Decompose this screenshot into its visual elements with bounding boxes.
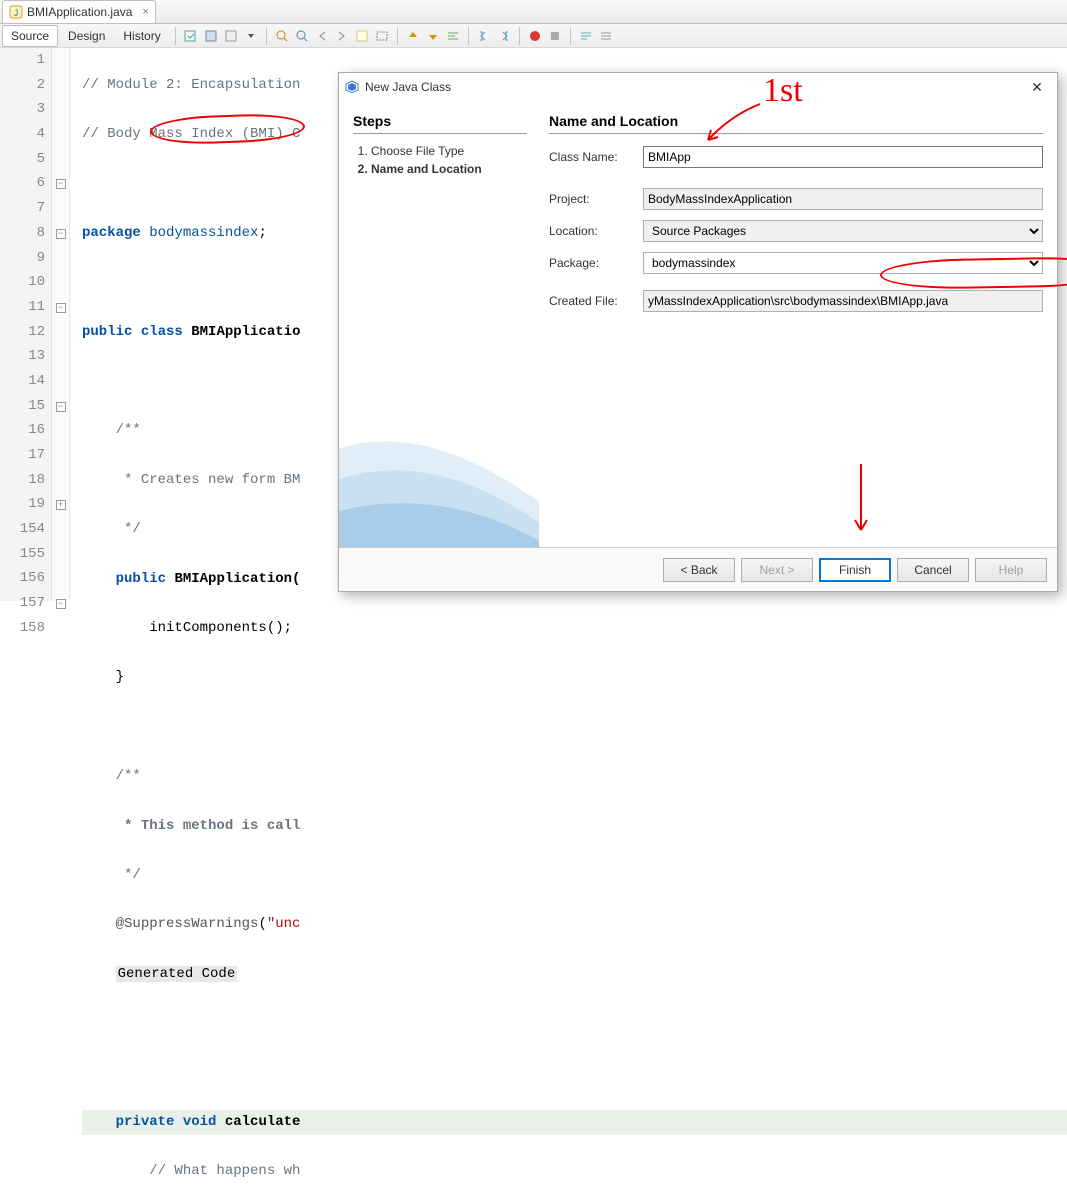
toolbar-icon-3[interactable] [222, 27, 240, 45]
file-tab-label: BMIApplication.java [27, 5, 132, 19]
package-select[interactable]: bodymassindex [643, 252, 1043, 274]
dialog-close-button[interactable]: ✕ [1023, 77, 1051, 97]
toolbar-icon-up[interactable] [404, 27, 422, 45]
design-tab[interactable]: Design [60, 25, 113, 47]
fold-toggle[interactable]: − [56, 303, 66, 313]
class-name-label: Class Name: [549, 150, 635, 164]
wizard-background-art [339, 397, 539, 547]
created-file-label: Created File: [549, 294, 635, 308]
location-label: Location: [549, 224, 635, 238]
toolbar-icon-record[interactable] [526, 27, 544, 45]
close-icon[interactable]: × [142, 6, 148, 18]
dialog-button-bar: < Back Next > Finish Cancel Help [339, 547, 1057, 591]
editor-tab-bar: J BMIApplication.java × [0, 0, 1067, 24]
wizard-step-1: Choose File Type [371, 144, 527, 158]
toolbar-icon-hilite[interactable] [353, 27, 371, 45]
toolbar-icon-next[interactable] [333, 27, 351, 45]
class-name-input[interactable] [643, 146, 1043, 168]
toolbar-separator [397, 27, 398, 45]
toolbar-icon-dropdown[interactable] [242, 27, 260, 45]
fold-toggle[interactable]: − [56, 179, 66, 189]
toolbar-icon-stop[interactable] [546, 27, 564, 45]
toolbar-separator [175, 27, 176, 45]
source-tab[interactable]: Source [2, 25, 58, 47]
fold-gutter: − − − − + − [52, 48, 70, 601]
next-button: Next > [741, 558, 813, 582]
netbeans-icon [345, 80, 359, 94]
file-tab[interactable]: J BMIApplication.java × [2, 0, 156, 23]
back-button[interactable]: < Back [663, 558, 735, 582]
help-button[interactable]: Help [975, 558, 1047, 582]
toolbar-icon-1[interactable] [182, 27, 200, 45]
fold-toggle[interactable]: − [56, 402, 66, 412]
dialog-title: New Java Class [365, 80, 1017, 94]
wizard-steps-panel: Steps Choose File Type Name and Location [339, 101, 541, 547]
line-number-gutter: 1 2 3 4 5 6 7 8 9 10 11 12 13 14 15 16 1… [0, 48, 52, 601]
toolbar-icon-select[interactable] [373, 27, 391, 45]
dialog-titlebar[interactable]: New Java Class ✕ [339, 73, 1057, 101]
created-file-field: yMassIndexApplication\src\bodymassindex\… [643, 290, 1043, 312]
project-label: Project: [549, 192, 635, 206]
wizard-step-2: Name and Location [371, 162, 527, 176]
toolbar-separator [519, 27, 520, 45]
new-java-class-dialog: New Java Class ✕ Steps Choose File Type … [338, 72, 1058, 592]
toolbar-separator [468, 27, 469, 45]
cancel-button[interactable]: Cancel [897, 558, 969, 582]
svg-text:J: J [14, 8, 19, 18]
fold-toggle[interactable]: − [56, 229, 66, 239]
toolbar-icon-shift-left[interactable] [475, 27, 493, 45]
toolbar-icon-search[interactable] [273, 27, 291, 45]
location-select[interactable]: Source Packages [643, 220, 1043, 242]
wizard-content-panel: Name and Location Class Name: Project: B… [541, 101, 1057, 547]
toolbar-separator [570, 27, 571, 45]
java-file-icon: J [9, 5, 23, 19]
toolbar-icon-uncomment[interactable] [597, 27, 615, 45]
toolbar-icon-replace[interactable] [293, 27, 311, 45]
toolbar-icon-2[interactable] [202, 27, 220, 45]
steps-heading: Steps [353, 113, 527, 134]
finish-button[interactable]: Finish [819, 558, 891, 582]
toolbar-icon-down[interactable] [424, 27, 442, 45]
toolbar-separator [266, 27, 267, 45]
fold-toggle[interactable]: + [56, 500, 66, 510]
package-label: Package: [549, 256, 635, 270]
toolbar-icon-format[interactable] [444, 27, 462, 45]
editor-toolbar: Source Design History [0, 24, 1067, 48]
toolbar-icon-shift-right[interactable] [495, 27, 513, 45]
history-tab[interactable]: History [115, 25, 168, 47]
toolbar-icon-prev[interactable] [313, 27, 331, 45]
toolbar-icon-comment[interactable] [577, 27, 595, 45]
content-heading: Name and Location [549, 113, 1043, 134]
project-field: BodyMassIndexApplication [643, 188, 1043, 210]
